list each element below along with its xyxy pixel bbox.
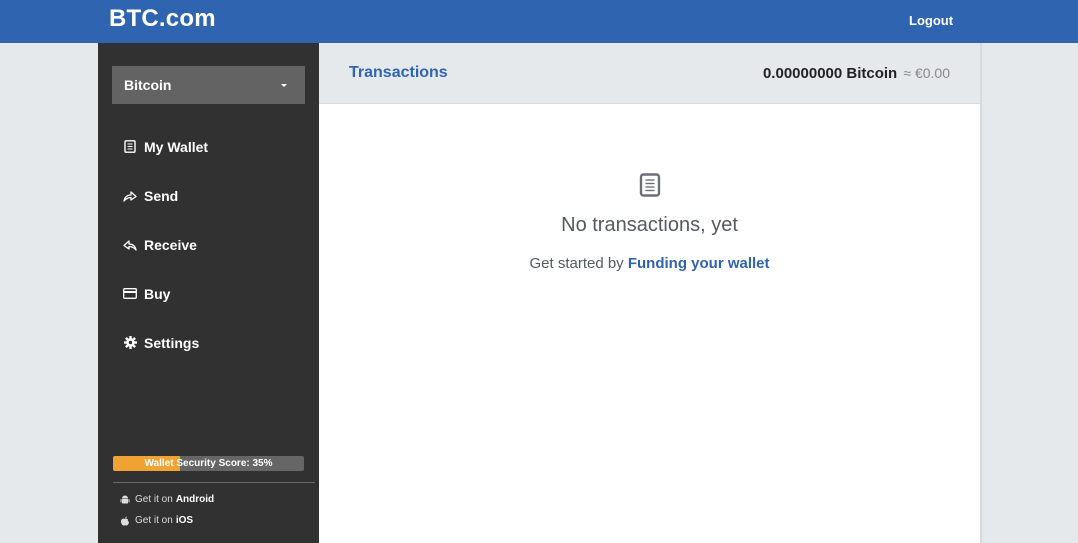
sidebar-item-send[interactable]: Send <box>98 171 319 220</box>
sidebar-item-my-wallet[interactable]: My Wallet <box>98 122 319 171</box>
ios-link-prefix: Get it on <box>135 515 173 526</box>
sidebar-item-settings[interactable]: Settings <box>98 318 319 367</box>
reply-arrow-icon <box>123 238 137 252</box>
empty-state-title: No transactions, yet <box>561 214 738 236</box>
fund-wallet-link[interactable]: Funding your wallet <box>628 255 770 272</box>
document-icon <box>123 140 137 154</box>
sidebar-item-label: Settings <box>144 334 200 351</box>
sidebar-divider <box>113 482 315 483</box>
document-icon <box>639 173 661 201</box>
sidebar-item-receive[interactable]: Receive <box>98 220 319 269</box>
empty-state-subtitle: Get started by Funding your wallet <box>319 255 980 272</box>
sidebar-item-label: Receive <box>144 236 197 253</box>
top-navbar: BTC.com Logout <box>0 0 1078 43</box>
sidebar-item-label: Send <box>144 187 179 204</box>
security-score-bar[interactable]: Wallet Security Score: 35% <box>113 456 304 471</box>
android-app-link[interactable]: Get it on Android <box>120 494 214 505</box>
main-header: Transactions 0.00000000 Bitcoin ≈ €0.00 <box>319 43 980 104</box>
credit-card-icon <box>123 287 137 301</box>
btc-logo[interactable]: BTC.com <box>109 5 216 33</box>
currency-select-value: Bitcoin <box>124 77 172 93</box>
apple-icon <box>120 516 130 526</box>
sidebar-nav: My Wallet Send Receive Buy Settings <box>98 122 319 367</box>
currency-select[interactable]: Bitcoin <box>112 66 305 104</box>
sidebar-item-buy[interactable]: Buy <box>98 269 319 318</box>
android-icon <box>120 495 130 505</box>
sidebar: Bitcoin My Wallet Send Receive Buy Setti… <box>98 43 319 543</box>
transactions-tab[interactable]: Transactions <box>349 64 448 82</box>
gear-icon <box>123 336 137 350</box>
sidebar-item-label: Buy <box>144 285 171 302</box>
empty-state: No transactions, yet Get started by Fund… <box>319 173 980 272</box>
share-arrow-icon <box>123 189 137 203</box>
caret-down-icon <box>281 84 287 87</box>
empty-state-prefix: Get started by <box>529 255 624 272</box>
btc-balance: 0.00000000 Bitcoin <box>762 65 898 82</box>
ios-app-link[interactable]: Get it on iOS <box>120 515 193 526</box>
android-link-prefix: Get it on <box>135 494 173 505</box>
main-panel: Transactions 0.00000000 Bitcoin ≈ €0.00 … <box>319 43 980 543</box>
security-score-label: Wallet Security Score: 35% <box>144 458 273 469</box>
logout-button[interactable]: Logout <box>909 13 953 28</box>
wallet-balance: 0.00000000 Bitcoin ≈ €0.00 <box>763 65 950 82</box>
fiat-balance: ≈ €0.00 <box>903 65 950 81</box>
ios-link-platform: iOS <box>175 515 194 526</box>
android-link-platform: Android <box>175 494 215 505</box>
main-right-border <box>980 43 982 543</box>
sidebar-item-label: My Wallet <box>144 138 209 155</box>
